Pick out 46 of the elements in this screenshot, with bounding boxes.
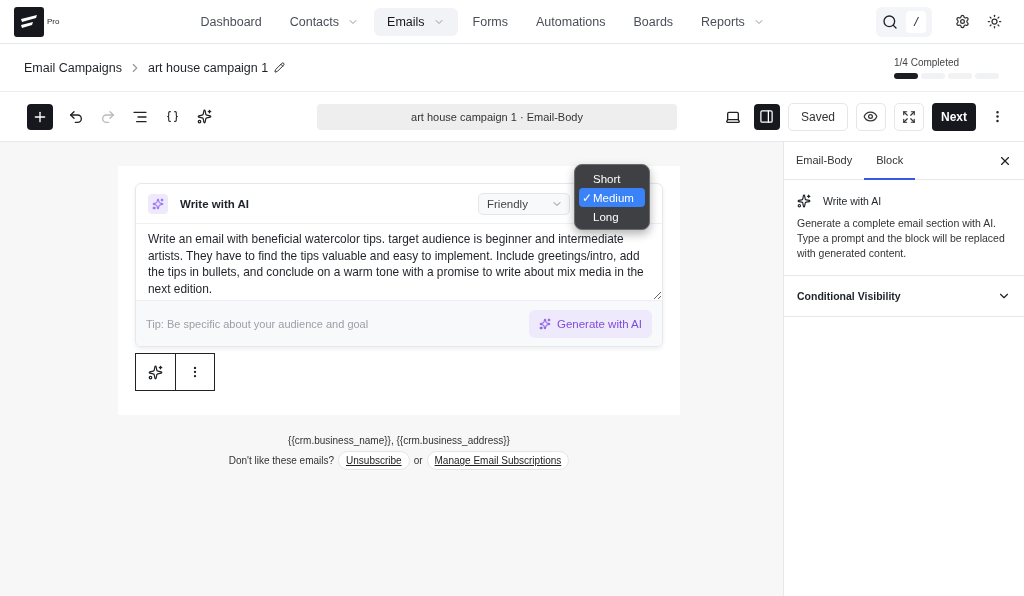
block-description: Generate a complete email section with AI. Type a prompt and the block will be replaced with generated content. [797, 216, 1006, 261]
fullscreen-button[interactable] [894, 102, 924, 131]
block-title: Write with AI [180, 197, 249, 210]
sparkles-icon [538, 317, 551, 330]
tone-select[interactable]: Friendly [478, 192, 570, 215]
nav-item[interactable]: Boards [620, 7, 687, 36]
search-button[interactable]: / [876, 6, 932, 37]
panel-icon [759, 109, 775, 124]
manage-subscriptions-link[interactable]: Manage Email Subscriptions [426, 451, 570, 470]
unsubscribe-question: Don't like these emails? [228, 455, 335, 466]
breadcrumb-item: art house campaign 1 [147, 60, 269, 75]
nav-item[interactable]: Contacts [276, 7, 373, 36]
tip-text: Tip: Be specific about your audience and goal [146, 317, 369, 330]
generate-button[interactable]: Generate with AI [528, 309, 652, 338]
add-button[interactable] [27, 103, 53, 130]
sparkles-icon [797, 194, 811, 208]
or-text: or [413, 455, 423, 466]
menu-item[interactable]: ✓Medium [579, 188, 645, 207]
plan-label: Pro [47, 17, 60, 26]
panel-tab[interactable]: Email-Body [796, 141, 865, 180]
document-title[interactable]: art house campaign 1 · Email-Body [317, 103, 677, 130]
eye-icon [863, 109, 879, 124]
expand-icon [902, 109, 916, 124]
address-text: {{crm.business_name}}, {{crm.business_address}} [288, 435, 510, 446]
breadcrumb-item[interactable]: Email Campaigns [24, 60, 122, 75]
conditional-visibility-header[interactable]: Conditional Visibility [784, 276, 1024, 317]
nav-item[interactable]: Emails [374, 7, 458, 36]
saved-button[interactable]: Saved [787, 102, 848, 131]
check-icon: ✓ [582, 190, 592, 205]
nav-item[interactable]: Dashboard [187, 7, 275, 36]
menu-item[interactable]: Long [579, 207, 645, 226]
search-icon [882, 13, 898, 30]
progress-label: 1/4 Completed [894, 56, 961, 68]
logo-icon[interactable] [14, 6, 44, 37]
panel-tab[interactable]: Block [864, 141, 916, 180]
sidebar-toggle[interactable] [753, 103, 780, 130]
next-button[interactable]: Next [932, 102, 976, 131]
nav-item[interactable]: Reports [688, 7, 778, 36]
block-name: Write with AI [823, 195, 882, 207]
edit-icon[interactable] [274, 62, 286, 73]
sparkles-icon [148, 193, 168, 214]
unsubscribe-link[interactable]: Unsubscribe [338, 451, 410, 470]
menu-item[interactable]: Short [579, 169, 645, 188]
nav-item[interactable]: Automations [523, 7, 619, 36]
nav-item[interactable]: Forms [459, 7, 521, 36]
preview-button[interactable] [856, 102, 886, 131]
